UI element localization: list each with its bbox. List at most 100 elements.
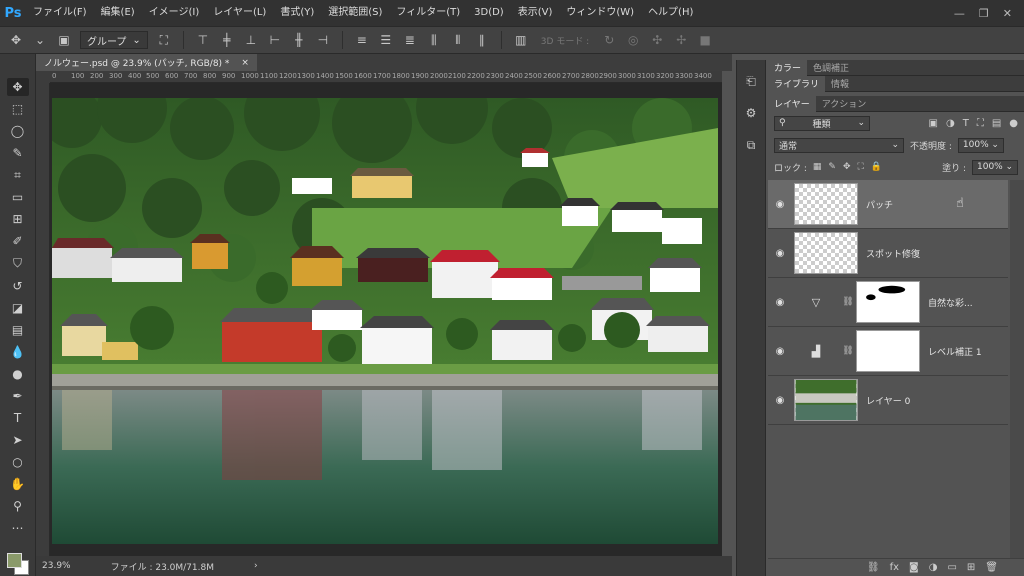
close-button[interactable]: ✕: [1003, 7, 1012, 20]
minimize-button[interactable]: —: [954, 7, 965, 20]
close-tab-icon[interactable]: ×: [241, 58, 249, 68]
menu-edit[interactable]: 編集(E): [94, 0, 142, 26]
properties-panel-icon[interactable]: ⚙: [742, 104, 760, 122]
eye-icon[interactable]: ◉: [768, 395, 792, 406]
align-vcenter-icon[interactable]: ╪: [219, 32, 235, 48]
distribute-vcenter-icon[interactable]: ☰: [378, 32, 394, 48]
lock-transparent-icon[interactable]: ▦: [813, 162, 822, 172]
menu-select[interactable]: 選択範囲(S): [321, 0, 389, 26]
brush-tool-icon[interactable]: ✐: [7, 232, 29, 250]
add-mask-icon[interactable]: ◙: [909, 562, 919, 573]
lock-position-icon[interactable]: ✥: [843, 162, 851, 172]
layer-row-patch[interactable]: ◉ パッチ ☝: [768, 180, 1008, 229]
new-layer-icon[interactable]: ⊞: [967, 562, 975, 573]
menu-layer[interactable]: レイヤー(L): [206, 0, 273, 26]
restore-button[interactable]: ❐: [979, 7, 989, 20]
new-group-icon[interactable]: ▭: [947, 562, 956, 573]
link-icon[interactable]: ⛓: [840, 346, 856, 356]
align-hcenter-icon[interactable]: ╫: [291, 32, 307, 48]
document-tab[interactable]: ノルウェー.psd @ 23.9% (パッチ, RGB/8) * ×: [36, 54, 257, 71]
orbit-3d-icon[interactable]: ↻: [601, 32, 617, 48]
document-canvas[interactable]: [52, 98, 718, 544]
eye-icon[interactable]: ◉: [768, 297, 792, 308]
scale-3d-icon[interactable]: ■: [697, 32, 713, 48]
pixel-filter-icon[interactable]: ▣: [929, 118, 938, 129]
menu-help[interactable]: ヘルプ(H): [641, 0, 700, 26]
new-adjustment-icon[interactable]: ◑: [929, 562, 938, 573]
tab-libraries[interactable]: ライブラリ: [768, 75, 826, 92]
type-filter-icon[interactable]: T: [963, 118, 969, 129]
tab-layers[interactable]: レイヤー: [768, 95, 816, 112]
chevron-down-icon[interactable]: ⌄: [32, 32, 48, 48]
transform-controls-icon[interactable]: ⛶: [156, 32, 172, 48]
tab-info[interactable]: 情報: [825, 76, 855, 92]
layer-row-vibrance[interactable]: ◉ ▽ ⛓ 自然な彩...: [768, 278, 1008, 327]
gradient-tool-icon[interactable]: ▤: [7, 321, 29, 339]
more-tools-icon[interactable]: ⋯: [7, 519, 29, 537]
layer-row-layer-0[interactable]: ◉ レイヤー 0: [768, 376, 1008, 425]
distribute-hcenter-icon[interactable]: ⦀: [450, 32, 466, 48]
layers-scrollbar[interactable]: [1010, 180, 1024, 576]
lock-artboard-icon[interactable]: ⛶: [858, 162, 864, 172]
clone-stamp-tool-icon[interactable]: ⛉: [7, 255, 29, 273]
hand-tool-icon[interactable]: ✋: [7, 475, 29, 493]
move-tool-icon[interactable]: ✥: [6, 78, 29, 97]
ruler-tool-icon[interactable]: ▭: [7, 188, 29, 206]
distribute-left-icon[interactable]: ⫼: [426, 32, 442, 48]
smart-object-filter-icon[interactable]: ▤: [992, 118, 1001, 129]
zoom-tool-icon[interactable]: ⚲: [7, 497, 29, 515]
filter-toggle-icon[interactable]: ●: [1009, 118, 1018, 129]
status-arrow-icon[interactable]: ›: [254, 561, 258, 571]
eye-icon[interactable]: ◉: [768, 346, 792, 357]
tab-adjustments[interactable]: 色調補正: [807, 60, 855, 76]
blur-tool-icon[interactable]: 💧: [7, 343, 29, 361]
align-top-icon[interactable]: ⊤: [195, 32, 211, 48]
align-bottom-icon[interactable]: ⊥: [243, 32, 259, 48]
shape-filter-icon[interactable]: ⛶: [977, 118, 984, 129]
tab-color[interactable]: カラー: [768, 59, 808, 76]
blend-mode-dropdown[interactable]: 通常 ⌄: [774, 137, 904, 153]
distribute-right-icon[interactable]: ∥: [474, 32, 490, 48]
crop-tool-icon[interactable]: ⌗: [7, 166, 29, 184]
quick-select-tool-icon[interactable]: ✎: [7, 144, 29, 162]
pan-3d-icon[interactable]: ✣: [649, 32, 665, 48]
menu-type[interactable]: 書式(Y): [273, 0, 321, 26]
healing-brush-tool-icon[interactable]: ⊞: [7, 210, 29, 228]
menu-filter[interactable]: フィルター(T): [389, 0, 467, 26]
dodge-tool-icon[interactable]: ●: [7, 365, 29, 383]
adjustment-filter-icon[interactable]: ◑: [946, 118, 955, 129]
align-right-icon[interactable]: ⊣: [315, 32, 331, 48]
eraser-tool-icon[interactable]: ◪: [7, 299, 29, 317]
auto-align-icon[interactable]: ▥: [513, 32, 529, 48]
auto-select-toggle-icon[interactable]: ▣: [56, 32, 72, 48]
layer-kind-filter[interactable]: ⚲ 種類 ⌄: [774, 115, 870, 131]
trash-icon[interactable]: 🗑: [985, 562, 998, 573]
clone-source-panel-icon[interactable]: ⧉: [742, 136, 760, 154]
move-tool-preset-icon[interactable]: ✥: [8, 32, 24, 48]
foreground-color-swatch[interactable]: [6, 553, 22, 569]
distribute-bottom-icon[interactable]: ≣: [402, 32, 418, 48]
menu-image[interactable]: イメージ(I): [142, 0, 207, 26]
layer-row-spot-healing[interactable]: ◉ スポット修復: [768, 229, 1008, 278]
auto-select-dropdown[interactable]: グループ ⌄: [80, 31, 148, 49]
opacity-field[interactable]: 100% ⌄: [957, 137, 1004, 153]
layer-row-levels[interactable]: ◉ ▟ ⛓ レベル補正 1: [768, 327, 1008, 376]
menu-3d[interactable]: 3D(D): [467, 0, 511, 26]
align-left-icon[interactable]: ⊢: [267, 32, 283, 48]
layer-style-icon[interactable]: fx: [890, 562, 899, 573]
lock-all-icon[interactable]: 🔒: [871, 162, 882, 172]
type-tool-icon[interactable]: T: [7, 409, 29, 427]
path-select-tool-icon[interactable]: ➤: [7, 431, 29, 449]
menu-window[interactable]: ウィンドウ(W): [559, 0, 641, 26]
menu-file[interactable]: ファイル(F): [26, 0, 94, 26]
fill-field[interactable]: 100% ⌄: [972, 159, 1018, 175]
history-panel-icon[interactable]: ⎗: [742, 72, 760, 90]
lock-pixels-icon[interactable]: ✎: [828, 162, 836, 172]
eye-icon[interactable]: ◉: [768, 199, 792, 210]
tab-actions[interactable]: アクション: [816, 96, 873, 112]
distribute-top-icon[interactable]: ≡: [354, 32, 370, 48]
roll-3d-icon[interactable]: ◎: [625, 32, 641, 48]
eye-icon[interactable]: ◉: [768, 248, 792, 259]
slide-3d-icon[interactable]: ✢: [673, 32, 689, 48]
pen-tool-icon[interactable]: ✒: [7, 387, 29, 405]
